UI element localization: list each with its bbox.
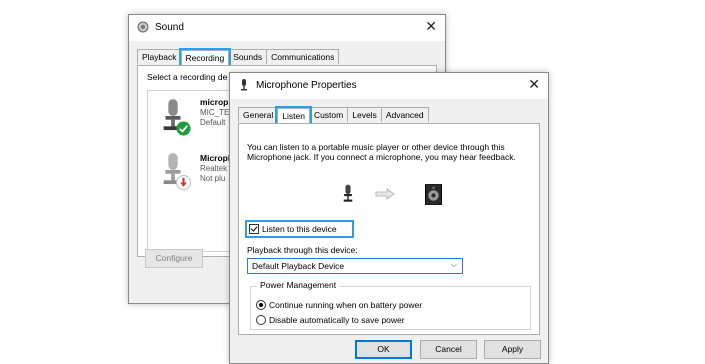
device-name: Micropl <box>200 153 231 163</box>
tab-general[interactable]: General <box>238 107 279 122</box>
tab-listen[interactable]: Listen <box>275 106 312 125</box>
listen-description: You can listen to a portable music playe… <box>247 142 516 162</box>
microphone-icon <box>241 79 247 91</box>
apply-button[interactable]: Apply <box>484 340 541 359</box>
arrow-right-icon <box>375 188 395 200</box>
sound-window-title: Sound <box>155 22 184 33</box>
playback-device-value: Default Playback Device <box>252 261 345 271</box>
properties-tabs: General Listen Custom Levels Advanced <box>238 106 429 125</box>
power-option-disable[interactable]: Disable automatically to save power <box>256 314 476 326</box>
speaker-icon <box>137 21 149 33</box>
configure-button[interactable]: Configure <box>145 249 203 268</box>
listen-checkbox[interactable] <box>249 224 259 234</box>
microphone-icon <box>343 184 353 202</box>
properties-close-button[interactable]: ✕ <box>528 77 540 91</box>
listen-panel: You can listen to a portable music playe… <box>238 123 540 335</box>
cancel-button[interactable]: Cancel <box>420 340 477 359</box>
power-option-continue[interactable]: Continue running when on battery power <box>256 299 476 311</box>
ok-button[interactable]: OK <box>355 340 412 359</box>
device-name: micropl <box>200 97 231 107</box>
listen-checkbox-label: Listen to this device <box>262 224 337 234</box>
properties-window-title: Microphone Properties <box>256 80 357 91</box>
microphone-properties-window: Microphone Properties ✕ General Listen C… <box>229 72 549 364</box>
playback-device-select[interactable]: Default Playback Device ⌵ <box>247 258 463 274</box>
tab-custom[interactable]: Custom <box>308 107 349 122</box>
default-checkmark-icon <box>176 121 191 136</box>
device-status: Default <box>200 118 226 127</box>
device-detail: Realtek <box>200 164 228 173</box>
unplugged-arrow-icon <box>176 175 191 190</box>
tab-levels[interactable]: Levels <box>347 107 382 122</box>
tab-sounds[interactable]: Sounds <box>228 49 268 64</box>
sound-close-button[interactable]: ✕ <box>425 19 437 33</box>
tab-advanced[interactable]: Advanced <box>380 107 429 122</box>
chevron-down-icon: ⌵ <box>450 260 457 269</box>
listen-checkbox-row[interactable]: Listen to this device <box>245 220 354 238</box>
power-management-group: Power Management Continue running when o… <box>250 280 531 330</box>
recording-instruction: Select a recording de <box>147 72 228 82</box>
device-status: Not plu <box>200 174 226 183</box>
radio-continue[interactable] <box>256 300 266 310</box>
tab-playback[interactable]: Playback <box>137 49 182 64</box>
radio-disable[interactable] <box>256 315 266 325</box>
tab-recording[interactable]: Recording <box>178 48 232 67</box>
sound-tabs: Playback Recording Sounds Communications <box>137 48 340 67</box>
power-management-legend: Power Management <box>257 280 340 290</box>
tab-communications[interactable]: Communications <box>266 49 340 64</box>
sound-titlebar: Sound ✕ <box>129 15 445 41</box>
speaker-icon <box>425 184 442 205</box>
properties-titlebar: Microphone Properties ✕ <box>230 73 548 99</box>
radio-disable-label: Disable automatically to save power <box>269 315 405 325</box>
playback-label: Playback through this device: <box>247 245 358 255</box>
radio-continue-label: Continue running when on battery power <box>269 300 423 310</box>
